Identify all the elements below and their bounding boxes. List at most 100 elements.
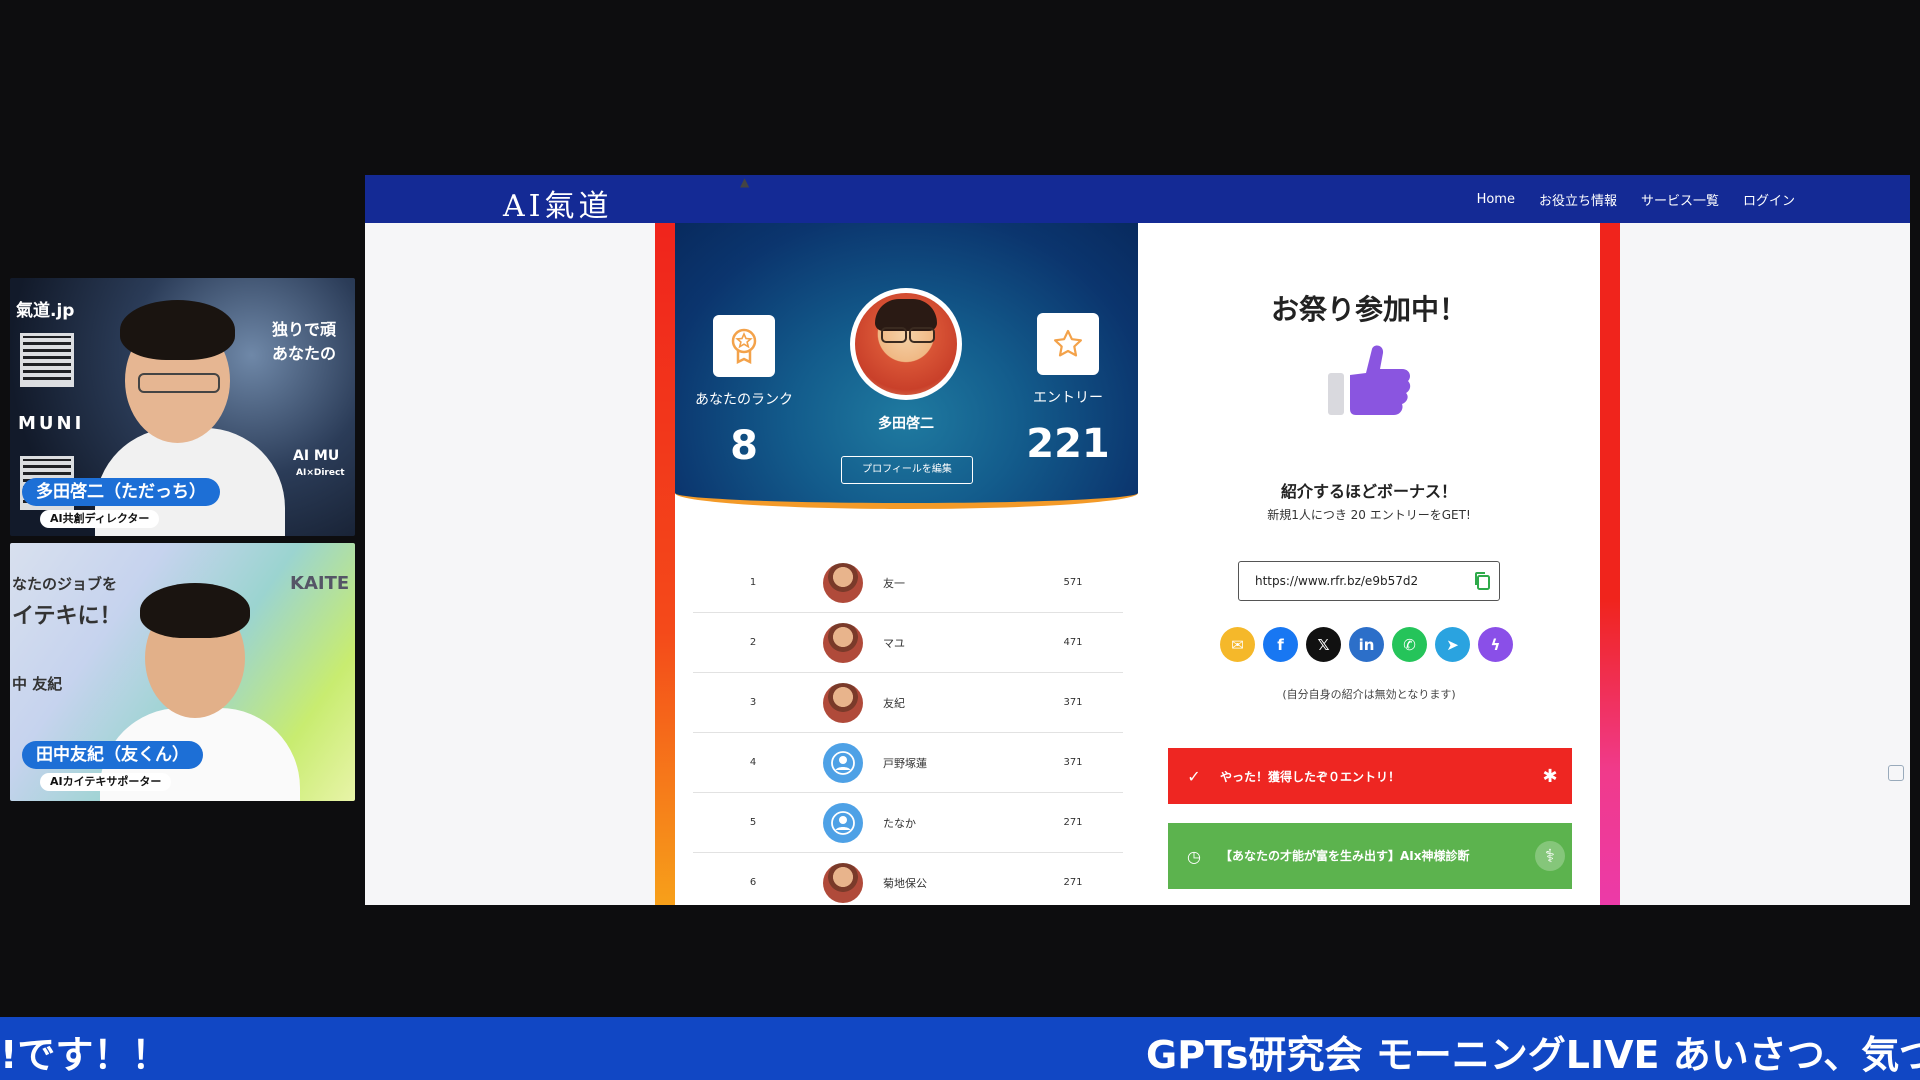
referral-url-box bbox=[1238, 561, 1500, 601]
site-nav: Home お役立ち情報 サービス一覧 ログイン bbox=[1477, 175, 1795, 223]
nav-services[interactable]: サービス一覧 bbox=[1641, 190, 1719, 209]
edit-profile-button[interactable]: プロフィールを編集 bbox=[841, 456, 973, 484]
leaderboard-row: 6 菊地保公 271 bbox=[693, 853, 1123, 905]
bonus-title: 紹介するほどボーナス！ bbox=[1280, 482, 1457, 501]
qr-code-icon bbox=[20, 333, 74, 387]
tile-bg-text: 独りで頑 bbox=[272, 320, 337, 339]
leaderboard-row: 2 マユ 471 bbox=[693, 613, 1123, 673]
rank-number: 3 bbox=[749, 697, 757, 708]
user-points: 571 bbox=[1063, 577, 1083, 588]
site-header: AI氣道 ▲ Home お役立ち情報 サービス一覧 ログイン bbox=[365, 175, 1910, 225]
share-note: (自分自身の紹介は無効となります) bbox=[1282, 688, 1456, 701]
tile-bg-text: あなたの bbox=[272, 344, 337, 363]
stethoscope-icon: ⚕ bbox=[1535, 841, 1565, 871]
share-linkedin-button[interactable]: in bbox=[1349, 627, 1384, 662]
tile-bg-text: イテキに！ bbox=[12, 604, 122, 629]
site-logo[interactable]: AI氣道 bbox=[503, 181, 613, 225]
tile-bg-text: AI MU bbox=[293, 448, 340, 464]
user-points: 371 bbox=[1063, 757, 1083, 768]
user-name: たなか bbox=[883, 816, 916, 830]
asterisk-icon: ✱ bbox=[1542, 765, 1558, 787]
profile-hero: あなたのランク 8 多田啓二 プロフィールを編集 エントリー 221 bbox=[675, 223, 1138, 509]
user-points: 471 bbox=[1063, 637, 1083, 648]
star-icon bbox=[1037, 313, 1099, 375]
share-x-button[interactable]: 𝕏 bbox=[1306, 627, 1341, 662]
check-icon: ✓ bbox=[1187, 766, 1201, 786]
ticker-text-left: !です！！ bbox=[0, 1033, 170, 1077]
share-buttons: ✉ f 𝕏in ✆ ➤ ϟ bbox=[1220, 627, 1513, 662]
share-messenger-button[interactable]: ϟ bbox=[1478, 627, 1513, 662]
nav-login[interactable]: ログイン bbox=[1743, 190, 1795, 209]
shared-screen: AI氣道 ▲ Home お役立ち情報 サービス一覧 ログイン あなたのランク 8 bbox=[365, 175, 1910, 905]
rank-badge-icon bbox=[713, 315, 775, 377]
tile-bg-text: AI×Direct bbox=[296, 468, 345, 478]
participant-role: AIカイテキサポーター bbox=[40, 773, 172, 791]
user-points: 371 bbox=[1063, 697, 1083, 708]
mouse-cursor-icon: ▲ bbox=[740, 175, 750, 189]
user-name: 菊地保公 bbox=[883, 876, 927, 890]
user-avatar-icon bbox=[823, 742, 863, 783]
user-name: 友紀 bbox=[883, 696, 905, 710]
tile-bg-text: MUNI bbox=[18, 413, 85, 434]
leaderboard-row: 5 たなか 271 bbox=[693, 793, 1123, 853]
share-whatsapp-button[interactable]: ✆ bbox=[1392, 627, 1427, 662]
user-avatar-icon bbox=[823, 802, 863, 843]
copy-icon[interactable] bbox=[1473, 571, 1491, 591]
profile-name: 多田啓二 bbox=[878, 416, 934, 432]
tile-bg-text: KAITE bbox=[290, 573, 350, 594]
leaderboard-row: 4 戸野塚蓮 371 bbox=[693, 733, 1123, 793]
festival-panel: お祭り参加中！ 紹介するほどボーナス！ 新規1人につき 20 エントリーをGET… bbox=[1138, 223, 1600, 905]
user-avatar bbox=[823, 562, 863, 603]
rank-label: あなたのランク bbox=[695, 392, 793, 408]
profile-avatar-image bbox=[855, 293, 957, 395]
profile-panel: あなたのランク 8 多田啓二 プロフィールを編集 エントリー 221 1 友一 57… bbox=[675, 223, 1138, 905]
card-edge-right bbox=[1600, 223, 1620, 905]
leaderboard-row: 1 友一 571 bbox=[693, 553, 1123, 613]
tile-bg-text: なたのジョブを bbox=[12, 575, 118, 593]
video-tile-tadacchi: 氣道.jp 独りで頑 あなたの MUNI AI MU AI×Direct 多田啓… bbox=[10, 278, 355, 536]
entry-value: 221 bbox=[1026, 421, 1110, 467]
rank-number: 6 bbox=[749, 877, 757, 888]
nav-home[interactable]: Home bbox=[1477, 192, 1515, 207]
thumbs-up-icon bbox=[1328, 345, 1411, 415]
user-points: 271 bbox=[1063, 817, 1083, 828]
user-points: 271 bbox=[1063, 877, 1083, 888]
share-facebook-button[interactable]: f bbox=[1263, 627, 1298, 662]
rank-number: 1 bbox=[749, 577, 757, 588]
rank-number: 4 bbox=[749, 757, 757, 768]
entry-earned-text: やった！獲得したぞ０エントリ！ bbox=[1220, 769, 1401, 784]
entry-label: エントリー bbox=[1033, 390, 1103, 406]
diagnosis-task-bar[interactable]: ◷ 【あなたの才能が富を生み出す】AIx神様診断 ⚕ bbox=[1168, 823, 1572, 889]
leaderboard: 1 友一 571 2 マユ 471 3 友紀 371 4 戸野塚蓮 371 5 たなか 271 6 菊地保公 27… bbox=[693, 553, 1123, 905]
video-tile-tomokun: なたのジョブを イテキに！ KAITE 中 友紀 田中友紀（友くん） AIカイテ… bbox=[10, 543, 355, 801]
nav-useful-info[interactable]: お役立ち情報 bbox=[1539, 190, 1617, 209]
rank-value: 8 bbox=[730, 423, 758, 469]
referral-url-input[interactable] bbox=[1253, 573, 1473, 589]
ticker-text-right: GPTs研究会 モーニングLIVE あいさつ、気づ bbox=[1146, 1033, 1920, 1077]
diagnosis-task-text: 【あなたの才能が富を生み出す】AIx神様診断 bbox=[1220, 848, 1470, 863]
share-email-button[interactable]: ✉ bbox=[1220, 627, 1255, 662]
user-avatar bbox=[823, 682, 863, 723]
festival-title: お祭り参加中！ bbox=[1270, 293, 1467, 326]
caption-ticker: !です！！ GPTs研究会 モーニングLIVE あいさつ、気づ bbox=[0, 1017, 1920, 1080]
participant-role: AI共創ディレクター bbox=[40, 510, 160, 528]
bonus-subtitle: 新規1人につき 20 エントリーをGET! bbox=[1267, 508, 1471, 522]
rank-number: 5 bbox=[749, 817, 757, 828]
scroll-widget-icon[interactable] bbox=[1888, 765, 1904, 781]
card-edge-left bbox=[655, 223, 675, 905]
participant-name: 田中友紀（友くん） bbox=[22, 741, 203, 769]
leaderboard-row: 3 友紀 371 bbox=[693, 673, 1123, 733]
tile-bg-text: 氣道.jp bbox=[16, 301, 75, 321]
share-telegram-button[interactable]: ➤ bbox=[1435, 627, 1470, 662]
user-name: マユ bbox=[883, 636, 905, 650]
user-avatar bbox=[823, 622, 863, 663]
entry-earned-bar[interactable]: ✓ やった！獲得したぞ０エントリ！ ✱ bbox=[1168, 748, 1572, 804]
user-name: 戸野塚蓮 bbox=[883, 756, 927, 770]
profile-avatar[interactable] bbox=[850, 288, 962, 400]
clock-icon: ◷ bbox=[1187, 846, 1201, 866]
user-name: 友一 bbox=[883, 576, 905, 590]
rank-number: 2 bbox=[749, 637, 757, 648]
participant-name: 多田啓二（ただっち） bbox=[22, 478, 220, 506]
tile-bg-text: 中 友紀 bbox=[12, 675, 63, 693]
user-avatar bbox=[823, 862, 863, 903]
